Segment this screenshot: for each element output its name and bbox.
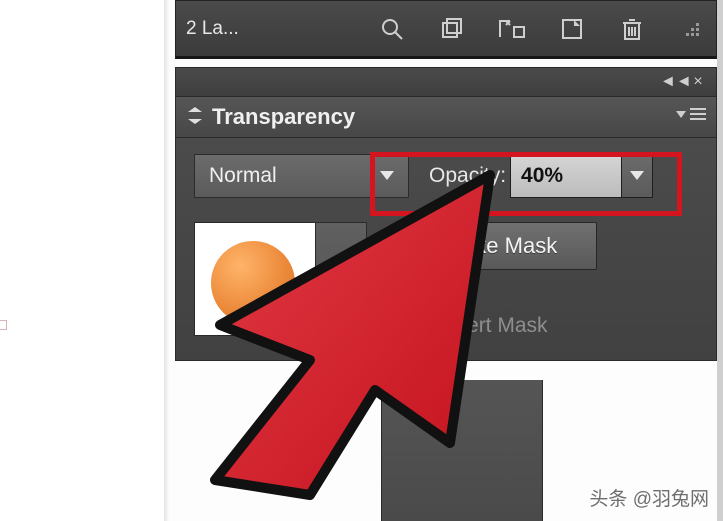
panel-tab-bar: ◄◄ × bbox=[175, 67, 717, 96]
window-right-edge bbox=[717, 0, 723, 521]
panel-title-row[interactable]: Transparency bbox=[175, 96, 717, 138]
opacity-value: 40% bbox=[521, 164, 563, 188]
clip-label: Clip bbox=[439, 280, 475, 304]
expand-toggle-icon[interactable] bbox=[188, 107, 202, 128]
transparency-panel: ◄◄ × Transparency Normal bbox=[175, 67, 717, 361]
mask-row: Make Mask Clip Invert Mask bbox=[194, 222, 698, 338]
layers-panel-footer: 2 La... bbox=[175, 0, 717, 59]
chevron-down-icon[interactable] bbox=[621, 154, 653, 198]
panel-menu-icon[interactable] bbox=[676, 107, 706, 121]
blend-mode-dropdown[interactable]: Normal bbox=[194, 154, 409, 198]
layers-count-label: 2 La... bbox=[186, 18, 239, 40]
locate-object-icon[interactable] bbox=[498, 15, 526, 43]
chevron-down-icon bbox=[373, 155, 400, 197]
panel-collapse-icon[interactable]: ◄◄ bbox=[660, 73, 680, 91]
blend-opacity-row: Normal Opacity: 40% bbox=[194, 154, 698, 198]
mask-controls: Make Mask Clip Invert Mask bbox=[405, 222, 597, 338]
panel-close-icon[interactable]: × bbox=[688, 73, 708, 91]
clip-checkbox[interactable] bbox=[405, 280, 429, 304]
clip-checkbox-row[interactable]: Clip bbox=[405, 280, 597, 304]
new-sublayer-icon[interactable] bbox=[438, 15, 466, 43]
opacity-input[interactable]: 40% bbox=[510, 154, 652, 198]
blend-mode-value: Normal bbox=[209, 164, 277, 188]
search-icon[interactable] bbox=[378, 15, 406, 43]
thumbnail-pair bbox=[194, 222, 367, 336]
layers-footer-icons bbox=[269, 15, 706, 43]
invert-label: Invert Mask bbox=[439, 314, 548, 338]
artboard-edge bbox=[164, 0, 170, 521]
mask-thumbnail[interactable] bbox=[315, 223, 366, 335]
artboard-area bbox=[0, 0, 170, 521]
invert-checkbox[interactable] bbox=[405, 314, 429, 338]
trash-icon[interactable] bbox=[618, 15, 646, 43]
invert-checkbox-row[interactable]: Invert Mask bbox=[405, 314, 597, 338]
opacity-label: Opacity: bbox=[429, 164, 506, 188]
panel-body: Normal Opacity: 40% bbox=[175, 138, 717, 361]
panel-title: Transparency bbox=[212, 104, 355, 130]
opacity-group: Opacity: 40% bbox=[429, 154, 652, 198]
resize-grip-icon[interactable] bbox=[678, 15, 706, 43]
dock-column bbox=[381, 380, 543, 521]
artboard-handle[interactable] bbox=[0, 320, 7, 330]
new-layer-icon[interactable] bbox=[558, 15, 586, 43]
watermark-text: 头条 @羽兔网 bbox=[589, 484, 709, 511]
object-thumbnail[interactable] bbox=[195, 223, 315, 335]
circle-shape-icon bbox=[211, 241, 295, 325]
make-mask-label: Make Mask bbox=[445, 233, 557, 259]
make-mask-button[interactable]: Make Mask bbox=[405, 222, 597, 270]
